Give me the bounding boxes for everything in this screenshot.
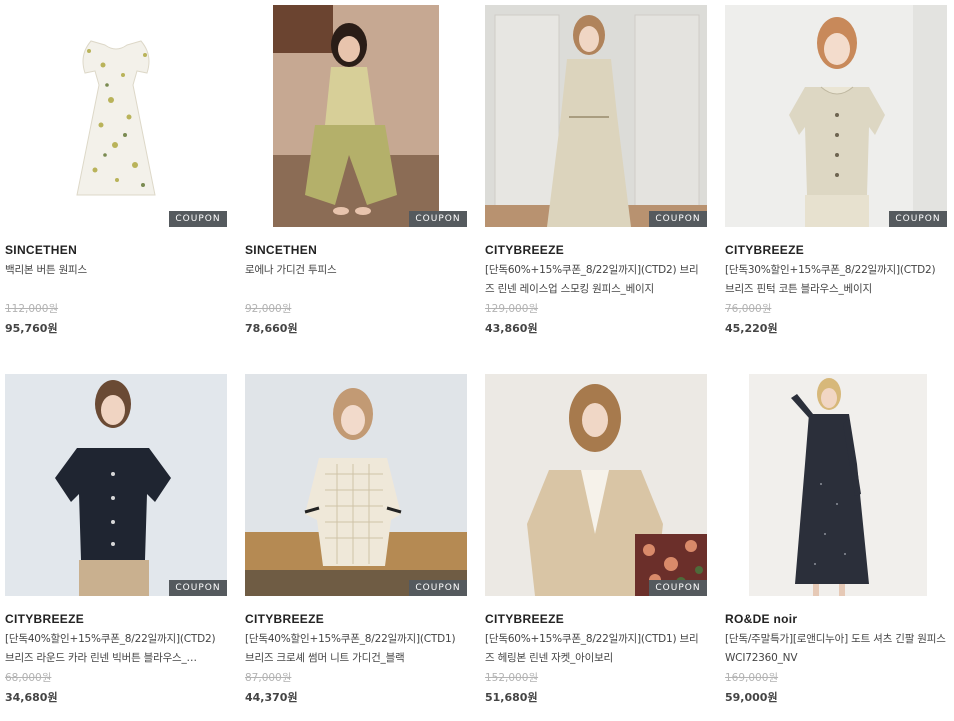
product-card[interactable]: COUPON CITYBREEZE [단독60%+15%쿠폰_8/22일까지](… <box>485 374 707 705</box>
sale-price: 45,220원 <box>725 322 778 335</box>
product-brand[interactable]: CITYBREEZE <box>5 612 227 626</box>
product-brand[interactable]: CITYBREEZE <box>485 243 707 257</box>
sale-price: 78,660원 <box>245 322 298 335</box>
product-name[interactable]: [단독60%+15%쿠폰_8/22일까지](CTD2) 브리즈 린넨 레이스업 … <box>485 261 707 299</box>
product-name[interactable]: [단독60%+15%쿠폰_8/22일까지](CTD1) 브리즈 헤링본 린넨 자… <box>485 630 707 668</box>
product-card[interactable]: COUPON SINCETHEN 백리본 버튼 원피스 112,000원 95,… <box>5 5 227 336</box>
sale-price: 43,860원 <box>485 322 538 335</box>
model-photo <box>485 374 707 596</box>
model-photo <box>245 5 467 227</box>
product-name[interactable]: [단독40%할인+15%쿠폰_8/22일까지](CTD1) 브리즈 크로셰 썸머… <box>245 630 467 668</box>
model-photo <box>485 5 707 227</box>
product-image[interactable]: COUPON <box>245 5 467 227</box>
original-price: 152,000원 <box>485 672 539 684</box>
product-image[interactable]: COUPON <box>485 374 707 596</box>
model-photo <box>245 374 467 596</box>
coupon-badge: COUPON <box>889 211 947 227</box>
product-name[interactable]: [단독30%할인+15%쿠폰_8/22일까지](CTD2) 브리즈 핀턱 코튼 … <box>725 261 947 299</box>
model-photo <box>725 374 947 596</box>
product-image[interactable]: COUPON <box>725 5 947 227</box>
coupon-badge: COUPON <box>649 580 707 596</box>
product-card[interactable]: COUPON SINCETHEN 로에나 가디건 투피스 92,000원 78,… <box>245 5 467 336</box>
product-image[interactable] <box>725 374 947 596</box>
coupon-badge: COUPON <box>169 580 227 596</box>
product-image[interactable]: COUPON <box>245 374 467 596</box>
model-photo <box>725 5 947 227</box>
original-price: 112,000원 <box>5 303 59 315</box>
coupon-badge: COUPON <box>649 211 707 227</box>
product-image[interactable]: COUPON <box>5 5 227 227</box>
product-card[interactable]: COUPON CITYBREEZE [단독30%할인+15%쿠폰_8/22일까지… <box>725 5 947 336</box>
product-card[interactable]: COUPON CITYBREEZE [단독40%할인+15%쿠폰_8/22일까지… <box>5 374 227 705</box>
product-brand[interactable]: CITYBREEZE <box>245 612 467 626</box>
product-name[interactable]: 로에나 가디건 투피스 <box>245 261 467 299</box>
sale-price: 51,680원 <box>485 691 538 704</box>
coupon-badge: COUPON <box>169 211 227 227</box>
product-card[interactable]: RO&DE noir [단독/주말특가][로앤디누아] 도트 셔츠 긴팔 원피스… <box>725 374 947 705</box>
dress-photo <box>5 5 227 227</box>
product-name[interactable]: [단독40%할인+15%쿠폰_8/22일까지](CTD2) 브리즈 라운드 카라… <box>5 630 227 668</box>
coupon-badge: COUPON <box>409 580 467 596</box>
sale-price: 95,760원 <box>5 322 58 335</box>
product-card[interactable]: COUPON CITYBREEZE [단독40%할인+15%쿠폰_8/22일까지… <box>245 374 467 705</box>
product-brand[interactable]: SINCETHEN <box>5 243 227 257</box>
sale-price: 44,370원 <box>245 691 298 704</box>
original-price: 129,000원 <box>485 303 539 315</box>
product-name[interactable]: [단독/주말특가][로앤디누아] 도트 셔츠 긴팔 원피스 WCI72360_N… <box>725 630 947 668</box>
sale-price: 59,000원 <box>725 691 778 704</box>
sale-price: 34,680원 <box>5 691 58 704</box>
original-price: 169,000원 <box>725 672 779 684</box>
original-price: 68,000원 <box>5 672 52 684</box>
product-card[interactable]: COUPON CITYBREEZE [단독60%+15%쿠폰_8/22일까지](… <box>485 5 707 336</box>
product-brand[interactable]: SINCETHEN <box>245 243 467 257</box>
product-brand[interactable]: RO&DE noir <box>725 612 947 626</box>
product-image[interactable]: COUPON <box>485 5 707 227</box>
original-price: 92,000원 <box>245 303 292 315</box>
product-brand[interactable]: CITYBREEZE <box>725 243 947 257</box>
product-image[interactable]: COUPON <box>5 374 227 596</box>
product-grid: COUPON SINCETHEN 백리본 버튼 원피스 112,000원 95,… <box>0 0 954 721</box>
product-brand[interactable]: CITYBREEZE <box>485 612 707 626</box>
original-price: 76,000원 <box>725 303 772 315</box>
model-photo <box>5 374 227 596</box>
original-price: 87,000원 <box>245 672 292 684</box>
coupon-badge: COUPON <box>409 211 467 227</box>
product-name[interactable]: 백리본 버튼 원피스 <box>5 261 227 299</box>
